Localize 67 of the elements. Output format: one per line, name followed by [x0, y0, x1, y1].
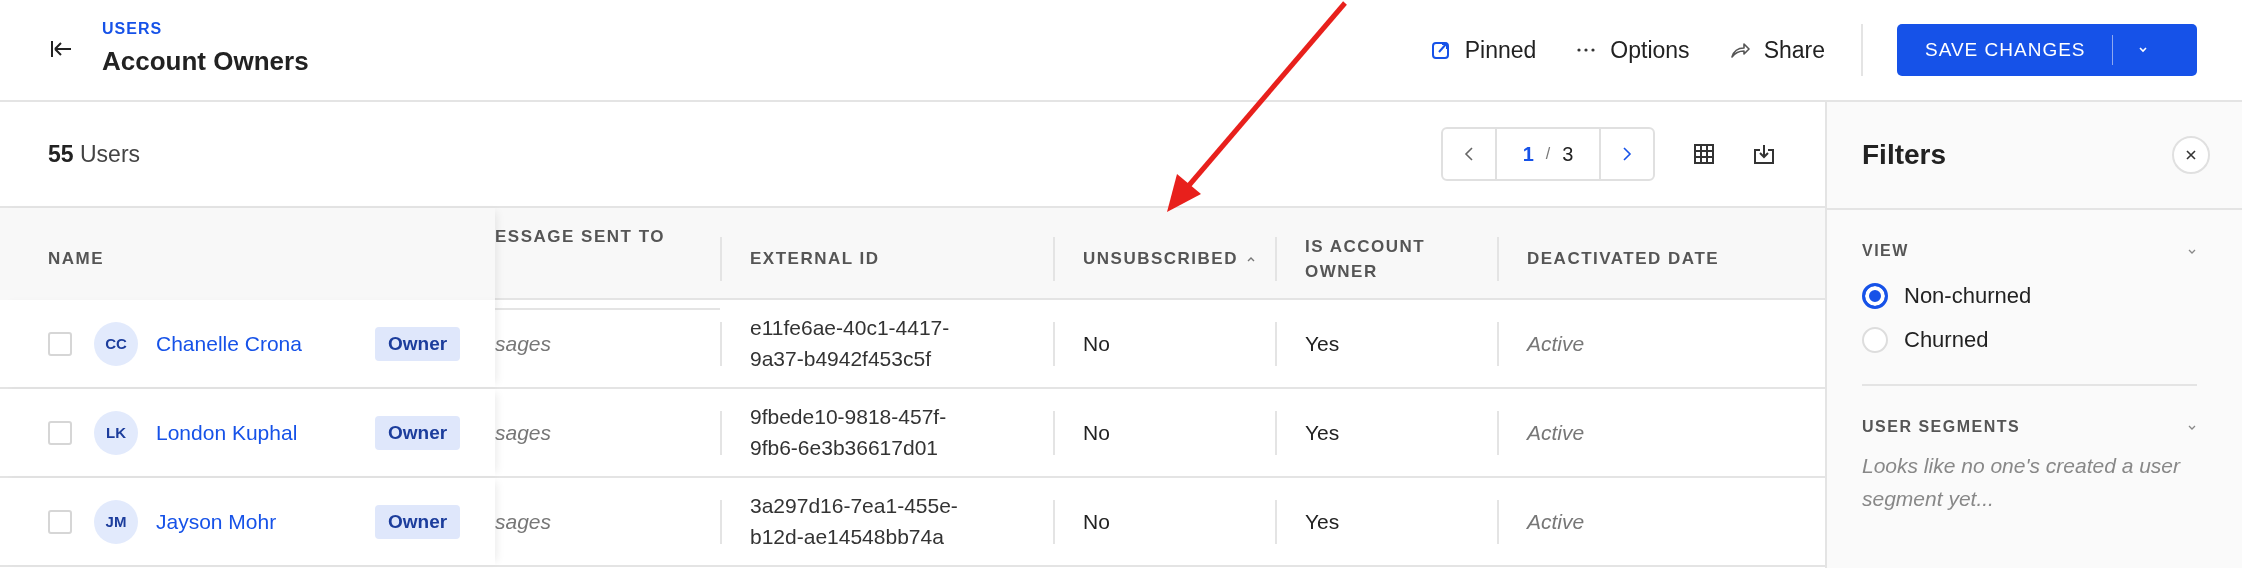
- chevron-icon[interactable]: [2187, 423, 2197, 431]
- page-separator: /: [1545, 145, 1551, 163]
- table-cell-text: 3a297d16-7ea1-455e-b12d-ae14548bb74a: [750, 493, 959, 550]
- grid-icon[interactable]: [1693, 143, 1715, 165]
- table-cell: Yes: [1305, 331, 1340, 356]
- avatar: CC: [94, 321, 138, 366]
- share-icon: [1729, 41, 1750, 59]
- table-cell: No: [1083, 420, 1110, 445]
- chevron-icon[interactable]: [2187, 247, 2197, 255]
- share-button[interactable]: Share: [1729, 36, 1825, 64]
- more-button[interactable]: Options: [1576, 36, 1690, 64]
- avatar: JM: [94, 499, 138, 544]
- more-icon: [1576, 47, 1597, 53]
- breadcrumb-link[interactable]: USERS: [102, 19, 309, 38]
- user-count-label: Users: [80, 140, 141, 167]
- radio-option[interactable]: Churned: [1862, 318, 2197, 362]
- section-title: USER SEGMENTS: [1862, 418, 2021, 436]
- table-cell: Yes: [1305, 420, 1340, 445]
- column-header[interactable]: UNSUBSCRIBED: [1083, 246, 1238, 272]
- table-cell: Active: [1527, 331, 1585, 356]
- pin-icon: [1430, 40, 1451, 60]
- empty-segments-note: Looks like no one's created a user segment yet...: [1862, 453, 2182, 512]
- option-label: Non-churned: [1904, 283, 2032, 309]
- column-header[interactable]: NAME: [48, 246, 105, 272]
- table-cell: Yes: [1305, 509, 1340, 534]
- close-icon: [2185, 149, 2197, 161]
- user-name-link[interactable]: Jayson Mohr: [156, 509, 277, 534]
- current-page: 1: [1522, 142, 1534, 166]
- column-header[interactable]: IS ACCOUNT OWNER: [1305, 233, 1475, 285]
- chevron-right-icon: [1622, 146, 1632, 162]
- owner-badge: Owner: [375, 326, 461, 361]
- sort-ascending-icon[interactable]: [1245, 255, 1256, 263]
- save-changes-button[interactable]: SAVE CHANGES: [1897, 24, 2197, 76]
- column-header[interactable]: ESSAGE SENT TO: [495, 224, 665, 250]
- table-cell: sages: [495, 509, 552, 534]
- page-title: Account Owners: [102, 45, 309, 77]
- owner-badge: Owner: [375, 504, 461, 539]
- column-header[interactable]: EXTERNAL ID: [750, 246, 880, 272]
- table-cell-text: e11fe6ae-40c1-4417-9a37-b4942f453c5f: [750, 315, 951, 372]
- radio-option[interactable]: Non-churned: [1862, 274, 2197, 318]
- total-pages: 3: [1562, 142, 1574, 166]
- back-icon[interactable]: [50, 40, 72, 58]
- table-cell-text: 9fbede10-9818-457f-9fb6-6e3b36617d01: [750, 404, 948, 461]
- table-cell: Active: [1527, 420, 1585, 445]
- column-header[interactable]: DEACTIVATED DATE: [1527, 246, 1720, 272]
- avatar: LK: [94, 410, 138, 455]
- download-icon[interactable]: [1753, 143, 1775, 165]
- row-checkbox[interactable]: [48, 331, 72, 356]
- radio-button[interactable]: [1862, 283, 1888, 309]
- owner-badge: Owner: [375, 415, 461, 450]
- caret-icon[interactable]: [2136, 46, 2149, 54]
- option-label: Churned: [1904, 327, 1989, 353]
- filters-title: Filters: [1862, 139, 1947, 171]
- pin-button[interactable]: Pinned: [1430, 36, 1537, 64]
- table-cell: No: [1083, 509, 1110, 534]
- user-name-link[interactable]: London Kuphal: [156, 420, 298, 445]
- table-cell: No: [1083, 331, 1110, 356]
- section-title: VIEW: [1862, 242, 1909, 260]
- row-checkbox[interactable]: [48, 420, 72, 445]
- row-checkbox[interactable]: [48, 509, 72, 534]
- close-button[interactable]: [2172, 136, 2210, 174]
- table-cell: sages: [495, 420, 552, 445]
- user-count: 55: [48, 140, 74, 167]
- user-name-link[interactable]: Chanelle Crona: [156, 331, 302, 356]
- table-cell: Active: [1527, 509, 1585, 534]
- table-cell: sages: [495, 331, 552, 356]
- chevron-left-icon: [1464, 146, 1474, 162]
